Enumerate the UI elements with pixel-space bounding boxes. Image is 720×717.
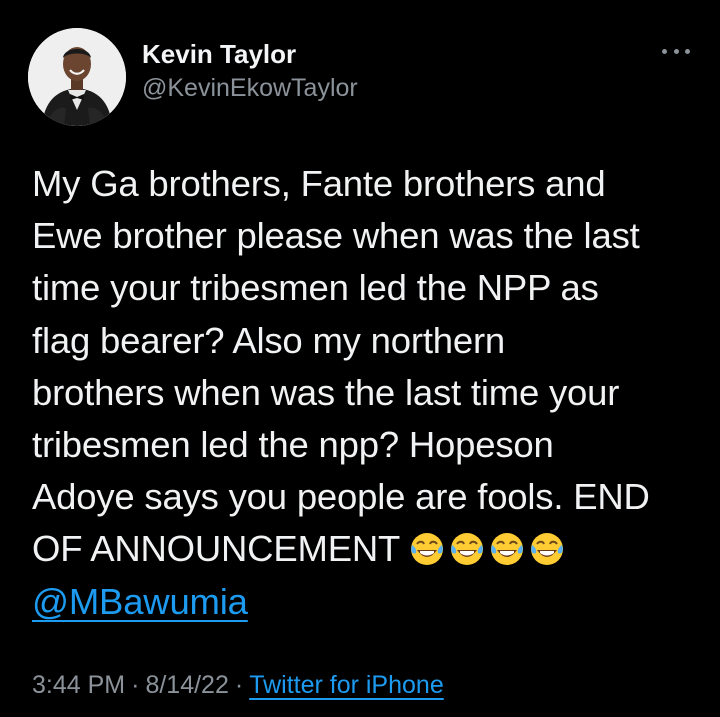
tweet-line: flag bearer? Also my northern — [32, 319, 506, 361]
mention-link[interactable]: @MBawumia — [32, 581, 248, 622]
face-with-tears-of-joy-icon — [449, 531, 485, 567]
avatar[interactable] — [28, 28, 126, 126]
tweet-line: Ewe brother please when was the last — [32, 215, 640, 257]
face-with-tears-of-joy-icon — [409, 531, 445, 567]
mention-line: @MBawumia — [32, 576, 704, 628]
author-handle[interactable]: @KevinEkowTaylor — [142, 72, 358, 104]
tweet-card: Kevin Taylor @KevinEkowTaylor My Ga brot… — [0, 0, 720, 717]
tweet-meta: 3:44 PM · 8/14/22 · Twitter for iPhone — [32, 668, 444, 702]
tweet-line-text: OF ANNOUNCEMENT — [32, 528, 400, 570]
more-dot — [673, 48, 679, 54]
tweet-line: brothers when was the last time your — [32, 371, 620, 413]
face-with-tears-of-joy-icon — [489, 531, 525, 567]
author-block[interactable]: Kevin Taylor @KevinEkowTaylor — [142, 38, 358, 104]
tweet-line: Adoye says you people are fools. END — [32, 476, 650, 518]
face-with-tears-of-joy-icon — [529, 531, 565, 567]
tweet-date[interactable]: 8/14/22 — [145, 671, 228, 699]
avatar-image — [28, 28, 126, 126]
more-dot — [685, 48, 690, 54]
tweet-line: My Ga brothers, Fante brothers and — [32, 163, 606, 204]
tweet-line-last: OF ANNOUNCEMENT — [32, 523, 704, 575]
author-display-name[interactable]: Kevin Taylor — [142, 38, 358, 70]
meta-separator: · — [131, 671, 140, 699]
tweet-line: tribesmen led the npp? Hopeson — [32, 424, 554, 466]
tweet-source-link[interactable]: Twitter for iPhone — [249, 671, 444, 699]
meta-separator: · — [234, 671, 244, 699]
tweet-text: My Ga brothers, Fante brothers and Ewe b… — [32, 158, 704, 628]
more-dot — [662, 48, 667, 54]
tweet-time[interactable]: 3:44 PM — [32, 671, 125, 699]
more-horizontal-icon[interactable] — [662, 46, 690, 56]
tweet-line: time your tribesmen led the NPP as — [32, 267, 599, 309]
